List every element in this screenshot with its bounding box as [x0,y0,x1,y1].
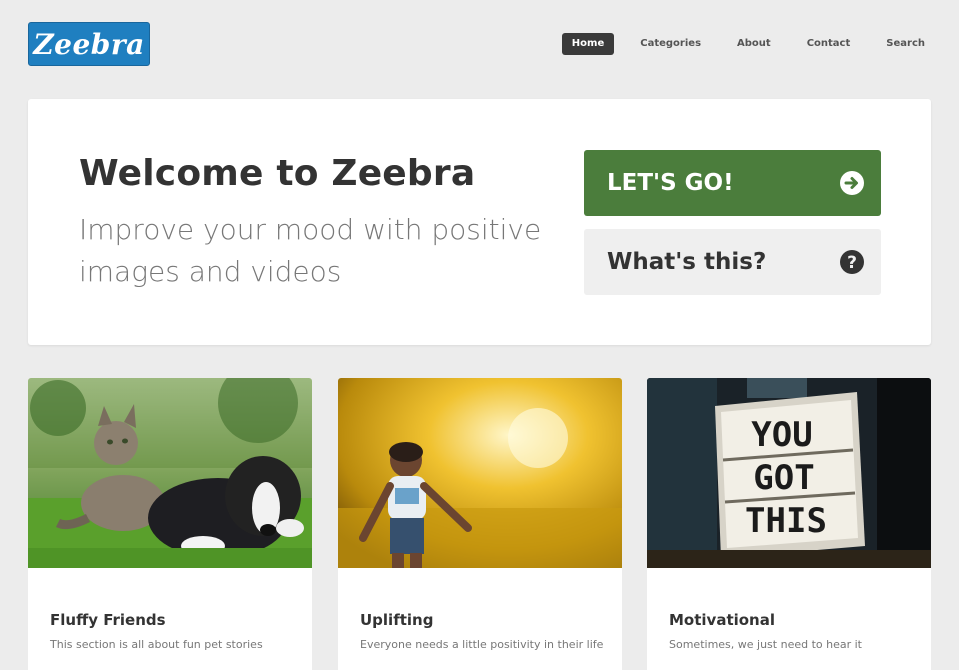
lets-go-label: LET'S GO! [607,170,734,196]
whats-this-label: What's this? [607,249,767,275]
card-fluffy-friends[interactable]: Fluffy Friends This section is all about… [28,378,312,670]
card-title[interactable]: Fluffy Friends [50,611,166,629]
cat-and-dog-photo[interactable] [28,378,312,568]
lightbox-sign-photo[interactable]: YOU GOT THIS [647,378,931,568]
nav-search[interactable]: Search [876,33,935,55]
card-description: Sometimes, we just need to hear it [669,638,862,651]
card-description: This section is all about fun pet storie… [50,638,263,651]
lightbox-text-line-3: THIS [745,501,827,541]
hero-title: Welcome to Zeebra [79,153,476,194]
card-motivational[interactable]: YOU GOT THIS Motivational Sometimes, we … [647,378,931,670]
svg-text:?: ? [847,253,857,273]
whats-this-button[interactable]: What's this? ? [584,229,881,295]
question-circle-icon: ? [839,249,865,275]
lightbox-text-line-1: YOU [751,415,812,455]
nav-categories[interactable]: Categories [630,33,711,55]
nav-home[interactable]: Home [561,33,615,55]
card-title[interactable]: Uplifting [360,611,433,629]
hero-panel: Welcome to Zeebra Improve your mood with… [28,99,931,345]
nav-about[interactable]: About [727,33,781,55]
card-uplifting[interactable]: Uplifting Everyone needs a little positi… [338,378,622,670]
site-logo[interactable]: Zeebra [28,22,150,66]
lets-go-button[interactable]: LET'S GO! [584,150,881,216]
card-description: Everyone needs a little positivity in th… [360,638,604,651]
lightbox-text-line-2: GOT [753,458,814,498]
main-nav: Home Categories About Contact Search [546,33,935,55]
child-in-sprinkler-photo[interactable] [338,378,622,568]
card-title[interactable]: Motivational [669,611,775,629]
nav-contact[interactable]: Contact [797,33,861,55]
arrow-right-circle-icon [839,170,865,196]
hero-subtitle: Improve your mood with positive images a… [79,213,542,288]
